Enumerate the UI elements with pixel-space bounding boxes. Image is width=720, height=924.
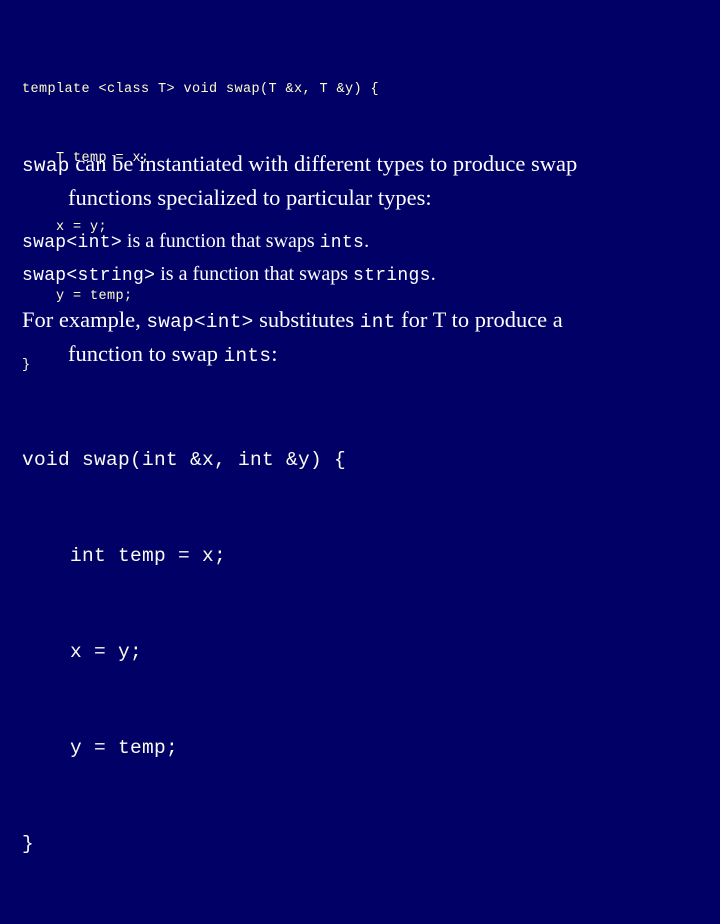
inline-code-type: strings xyxy=(352,266,431,286)
paragraph-for-example: For example, swap<int> substitutes int f… xyxy=(22,304,687,372)
code-line: } xyxy=(22,833,35,855)
paragraph-text: can be instantiated with different types… xyxy=(69,151,578,176)
code-line: y = temp; xyxy=(22,737,179,759)
instantiation-punctuation: . xyxy=(364,230,370,252)
paragraph-line: functions specialized to particular type… xyxy=(68,185,432,210)
paragraph-line: function to swap ints: xyxy=(22,338,687,372)
instantiation-row: swap<int> is a function that swaps ints. xyxy=(22,226,436,259)
code-block-swap-int: void swap(int &x, int &y) { int temp = x… xyxy=(22,380,346,924)
paragraph-text-mid: substitutes xyxy=(253,307,360,332)
inline-code-swap: swap xyxy=(22,155,70,177)
paragraph-text-prefix: For example, xyxy=(22,307,147,332)
code-line: template <class T> void swap(T &x, T &y)… xyxy=(22,82,380,97)
instantiation-examples: swap<int> is a function that swaps ints.… xyxy=(22,226,436,292)
paragraph-text-prefix: function to swap xyxy=(68,341,224,366)
instantiation-punctuation: . xyxy=(430,263,436,285)
inline-code-type: int xyxy=(359,311,396,333)
instantiation-text: is a function that swaps xyxy=(121,230,320,252)
inline-code-type: ints xyxy=(319,233,365,253)
instantiation-text: is a function that swaps xyxy=(155,263,353,285)
code-line: void swap(int &x, int &y) { xyxy=(22,449,347,471)
inline-code-type: ints xyxy=(223,345,272,367)
slide-canvas: template <class T> void swap(T &x, T &y)… xyxy=(0,0,720,855)
inline-code-signature: swap<int> xyxy=(146,311,254,333)
paragraph-text-suffix: for T to produce a xyxy=(395,307,563,332)
paragraph-line: swap can be instantiated with different … xyxy=(22,148,682,182)
paragraph-instantiation-intro: swap can be instantiated with different … xyxy=(22,148,682,213)
inline-code-signature: swap<string> xyxy=(22,266,156,286)
paragraph-text-suffix: : xyxy=(271,341,278,366)
paragraph-line: For example, swap<int> substitutes int f… xyxy=(22,304,687,338)
inline-code-signature: swap<int> xyxy=(22,233,122,253)
code-line: x = y; xyxy=(22,641,143,663)
code-line: int temp = x; xyxy=(22,545,227,567)
instantiation-row: swap<string> is a function that swaps st… xyxy=(22,259,436,292)
